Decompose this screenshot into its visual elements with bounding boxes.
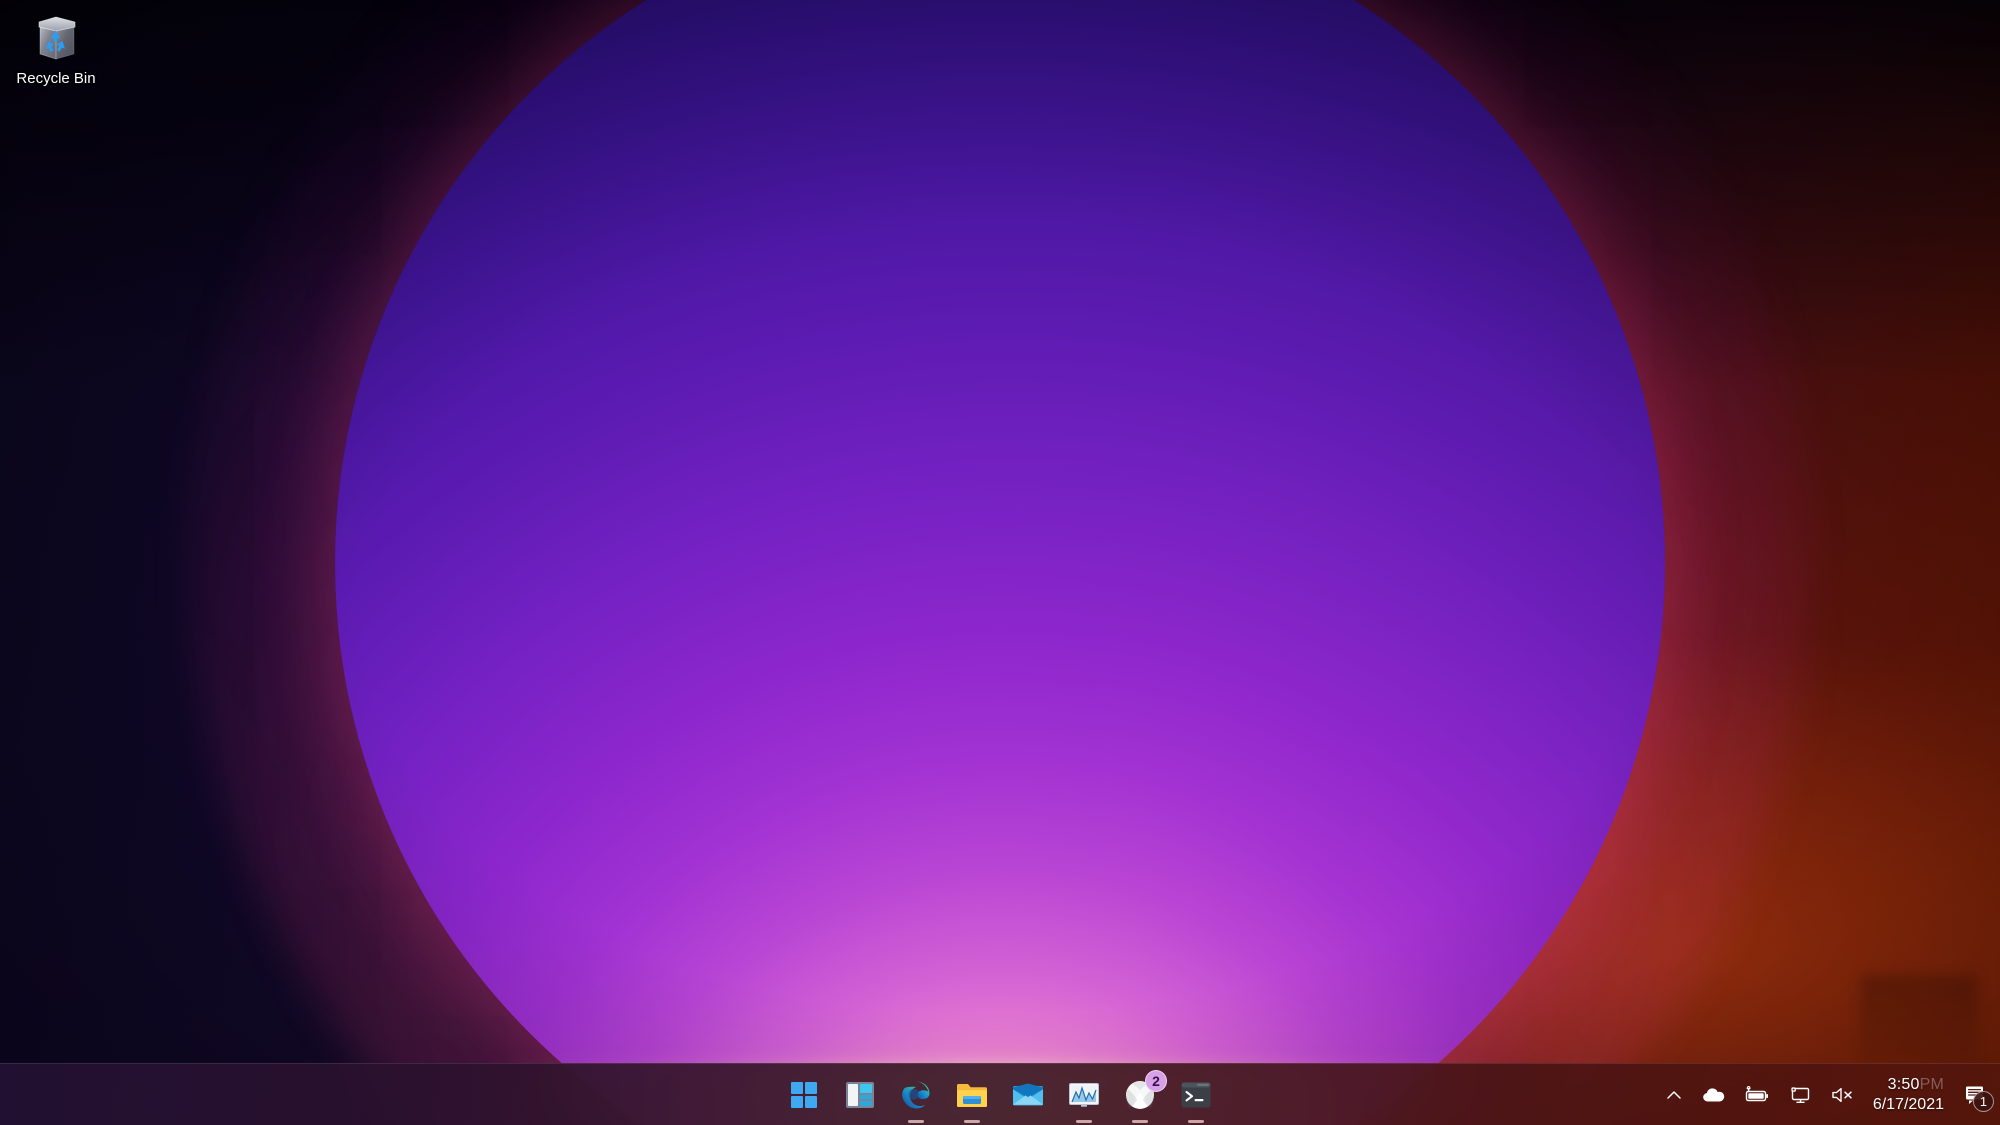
tray-network[interactable]: Network [1779,1072,1821,1118]
taskbar-running-indicator [1132,1119,1148,1123]
taskbar-button-terminal[interactable]: Terminal [1173,1072,1219,1123]
taskbar-badge-xbox: 2 [1145,1069,1167,1092]
wallpaper-vignette [0,0,2000,1125]
taskbar-button-mail[interactable]: Mail [1005,1072,1051,1118]
speaker-muted-icon [1832,1087,1852,1102]
taskbar-button-widgets[interactable]: Widgets [837,1072,883,1118]
desktop-icon-label: Recycle Bin [16,70,96,87]
desktop-wallpaper[interactable]: Windows 11 Bloom [0,0,2000,1125]
taskbar-running-indicator [1076,1119,1092,1123]
taskbar[interactable]: Start Widgets [0,1063,2000,1125]
desktop-icon-recycle-bin[interactable]: Recycle Bin [8,8,104,88]
taskbar-button-charts[interactable]: Charts [1061,1072,1107,1123]
clock-time: 3:50 [1887,1075,1920,1093]
windows-logo-icon [791,1081,817,1108]
cloud-icon [1703,1087,1725,1101]
recycle-bin-icon [8,8,104,66]
folder-icon [957,1083,987,1107]
taskbar-button-xbox[interactable]: 2 Xbox [1117,1069,1167,1123]
tray-onedrive[interactable]: OneDrive [1693,1072,1735,1118]
chevron-up-icon [1667,1090,1681,1099]
taskbar-button-start[interactable]: Start [781,1072,827,1118]
edge-icon [902,1081,930,1108]
tray-volume[interactable]: Volume muted [1821,1072,1865,1118]
taskbar-running-indicator [908,1119,924,1123]
monitor-network-icon [1791,1086,1810,1103]
tray-notifications[interactable]: 1 Notifications [1954,1072,1996,1118]
taskbar-center-group: Start Widgets [781,1064,1219,1125]
chart-icon [1069,1082,1099,1107]
tray-battery[interactable]: Battery charging [1735,1072,1779,1118]
clock-time-row: 3:50PM [1888,1075,1944,1095]
tray-show-hidden-icons[interactable]: Show hidden icons [1655,1072,1693,1118]
terminal-icon [1181,1082,1211,1107]
taskbar-button-file-explorer[interactable]: File Explorer [949,1072,995,1123]
taskbar-clock[interactable]: 3:50PM 6/17/2021 [1865,1072,1954,1118]
system-tray: Show hidden icons OneDrive Battery charg… [1655,1064,2000,1125]
taskbar-button-edge[interactable]: Microsoft Edge [893,1072,939,1123]
mail-icon [1013,1083,1043,1105]
taskbar-running-indicator [964,1119,980,1123]
taskbar-running-indicator [1188,1119,1204,1123]
battery-charging-icon [1745,1085,1768,1101]
clock-date: 6/17/2021 [1872,1095,1944,1113]
widgets-icon [846,1081,874,1108]
clock-ampm: PM [1919,1075,1944,1093]
notification-badge: 1 [1973,1090,1994,1112]
